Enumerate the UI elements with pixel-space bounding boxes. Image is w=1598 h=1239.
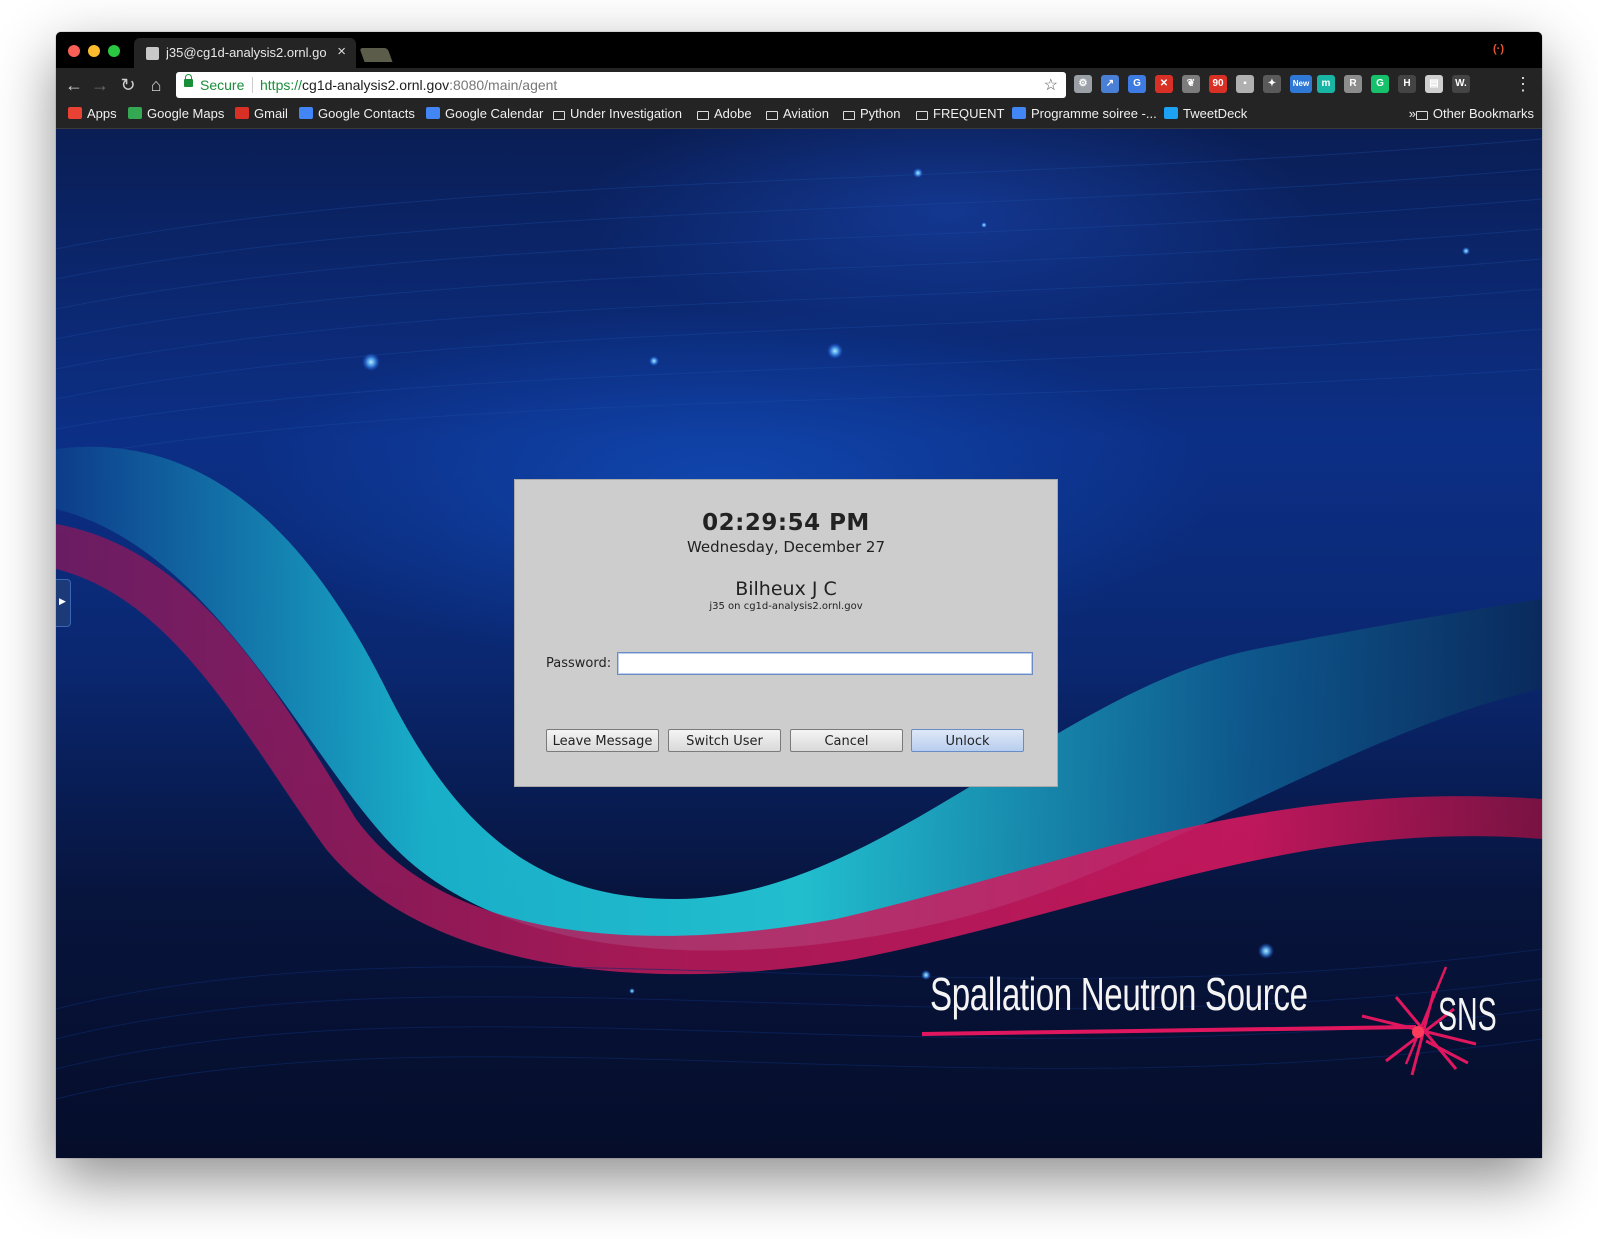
bookmark-google-contacts[interactable]: Google Contacts <box>299 106 415 124</box>
h-extension-icon[interactable]: H <box>1398 75 1416 93</box>
bookmark-label: Apps <box>87 106 117 121</box>
bookmark-x-extension-icon[interactable]: ✕ <box>1155 75 1173 93</box>
bookmark-label: Gmail <box>254 106 288 121</box>
password-label: Password: <box>546 656 612 671</box>
switch-user-button[interactable]: Switch User <box>668 729 781 752</box>
calendar-icon <box>426 107 440 119</box>
tab-title: j35@cg1d-analysis2.ornl.gov - <box>166 45 326 60</box>
bookmark-label: TweetDeck <box>1183 106 1248 121</box>
bookmark-adobe[interactable]: Adobe <box>697 106 752 124</box>
folder-icon <box>766 111 778 120</box>
r-extension-icon[interactable]: R <box>1344 75 1362 93</box>
folder-icon <box>697 111 709 120</box>
host-line: j35 on cg1d-analysis2.ornl.gov <box>709 601 863 612</box>
bookmark-google-maps[interactable]: Google Maps <box>128 106 224 124</box>
bookmark-label: Python <box>860 106 901 121</box>
maps-icon <box>128 107 142 119</box>
other-bookmarks-folder[interactable]: Other Bookmarks <box>1415 106 1534 124</box>
bookmark-label: Programme soiree -... <box>1031 106 1157 121</box>
address-separator <box>252 77 253 93</box>
profile-indicator-icon[interactable]: (·) <box>1493 43 1504 55</box>
forward-button[interactable]: → <box>90 75 110 95</box>
note-extension-icon[interactable]: ▪ <box>1236 75 1254 93</box>
url-path: :8080/main/agent <box>449 77 558 93</box>
bookmark-under-investigation[interactable]: Under Investigation <box>553 106 682 124</box>
new-extension-icon[interactable]: New <box>1290 75 1312 93</box>
lock-screen-dialog: 02:29:54 PM Wednesday, December 27 Bilhe… <box>514 479 1058 787</box>
browser-toolbar: ← → ↻ ⌂ Secure https://cg1d-analysis2.or… <box>56 68 1542 102</box>
bookmark-star-icon[interactable]: ☆ <box>1044 75 1058 95</box>
doc-icon <box>1012 107 1026 119</box>
folder-icon <box>1415 111 1428 120</box>
brand-abbreviation: SNS <box>1438 988 1497 1040</box>
browser-menu-button[interactable]: ⋮ <box>1514 74 1532 94</box>
reload-button[interactable]: ↻ <box>118 75 138 95</box>
side-panel-handle[interactable]: ▶ <box>56 579 71 627</box>
clock-time: 02:29:54 PM <box>702 510 870 536</box>
tab-close-icon[interactable]: × <box>337 43 346 60</box>
other-bookmarks-label: Other Bookmarks <box>1432 106 1534 121</box>
clock-date: Wednesday, December 27 <box>686 538 886 556</box>
doc-extension-icon[interactable]: ▤ <box>1425 75 1443 93</box>
expand-arrow-icon: ▶ <box>59 596 66 606</box>
bookmark-label: Aviation <box>783 106 830 121</box>
new-tab-button[interactable] <box>359 48 393 62</box>
contacts-icon <box>299 107 313 119</box>
unlock-button[interactable]: Unlock <box>911 729 1024 752</box>
tab-favicon-icon <box>146 47 159 60</box>
bookmark-label: Under Investigation <box>570 106 683 121</box>
gmail-count-extension-icon[interactable]: 90 <box>1209 75 1227 93</box>
bookmark-python[interactable]: Python <box>843 106 900 124</box>
m-extension-icon[interactable]: m <box>1317 75 1335 93</box>
close-window-button[interactable] <box>68 45 80 57</box>
lock-icon <box>184 74 193 87</box>
back-button[interactable]: ← <box>64 75 84 95</box>
home-button[interactable]: ⌂ <box>146 75 166 95</box>
folder-icon <box>916 111 928 120</box>
bookmark-programme-soiree[interactable]: Programme soiree -... <box>1012 106 1157 124</box>
leave-message-button[interactable]: Leave Message <box>546 729 659 752</box>
bookmark-label: Google Calendar <box>445 106 544 121</box>
folder-icon <box>843 111 855 120</box>
secure-label: Secure <box>200 77 245 93</box>
title-bar: j35@cg1d-analysis2.ornl.gov - × (·) <box>56 32 1542 68</box>
gmail-icon <box>235 107 249 119</box>
brand-text: Spallation Neutron Source <box>930 968 1308 1020</box>
tweetdeck-icon <box>1164 107 1178 119</box>
arrow-extension-icon[interactable]: ↗ <box>1101 75 1119 93</box>
dropbox-extension-icon[interactable]: ✦ <box>1263 75 1281 93</box>
folder-icon <box>553 111 565 120</box>
bookmark-frequent[interactable]: FREQUENT <box>916 106 1005 124</box>
address-bar[interactable]: Secure https://cg1d-analysis2.ornl.gov:8… <box>176 72 1066 98</box>
url-scheme: https:// <box>260 77 303 93</box>
apps-grid-icon <box>68 107 82 119</box>
translate-extension-icon[interactable]: G <box>1128 75 1146 93</box>
bookmark-google-calendar[interactable]: Google Calendar <box>426 106 543 124</box>
url-host: cg1d-analysis2.ornl.gov <box>302 77 450 93</box>
zoom-window-button[interactable] <box>108 45 120 57</box>
bookmark-apps[interactable]: Apps <box>68 106 117 124</box>
bookmark-label: Google Contacts <box>318 106 415 121</box>
bookmark-gmail[interactable]: Gmail <box>235 106 288 124</box>
grammarly-extension-icon[interactable]: G <box>1371 75 1389 93</box>
bookmark-label: Google Maps <box>147 106 225 121</box>
browser-window: j35@cg1d-analysis2.ornl.gov - × (·) ← → … <box>56 32 1542 1158</box>
w-extension-icon[interactable]: W. <box>1452 75 1470 93</box>
remote-desktop[interactable]: ▶ Spallation Neutron Source SNS 02:29:54… <box>56 129 1542 1158</box>
bookmark-tweetdeck[interactable]: TweetDeck <box>1164 106 1247 124</box>
url-text[interactable]: https://cg1d-analysis2.ornl.gov:8080/mai… <box>260 77 557 93</box>
evernote-extension-icon[interactable]: ❦ <box>1182 75 1200 93</box>
gear-extension-icon[interactable]: ⚙ <box>1074 75 1092 93</box>
bookmark-aviation[interactable]: Aviation <box>766 106 829 124</box>
cancel-button[interactable]: Cancel <box>790 729 903 752</box>
browser-tab[interactable]: j35@cg1d-analysis2.ornl.gov - × <box>134 38 356 68</box>
bookmark-label: Adobe <box>714 106 752 121</box>
bookmark-label: FREQUENT <box>933 106 1005 121</box>
user-name: Bilheux J C <box>735 578 837 600</box>
password-input[interactable] <box>617 652 1033 675</box>
minimize-window-button[interactable] <box>88 45 100 57</box>
bookmarks-bar: » Other Bookmarks Apps Google Maps Gmail Go… <box>56 102 1542 129</box>
